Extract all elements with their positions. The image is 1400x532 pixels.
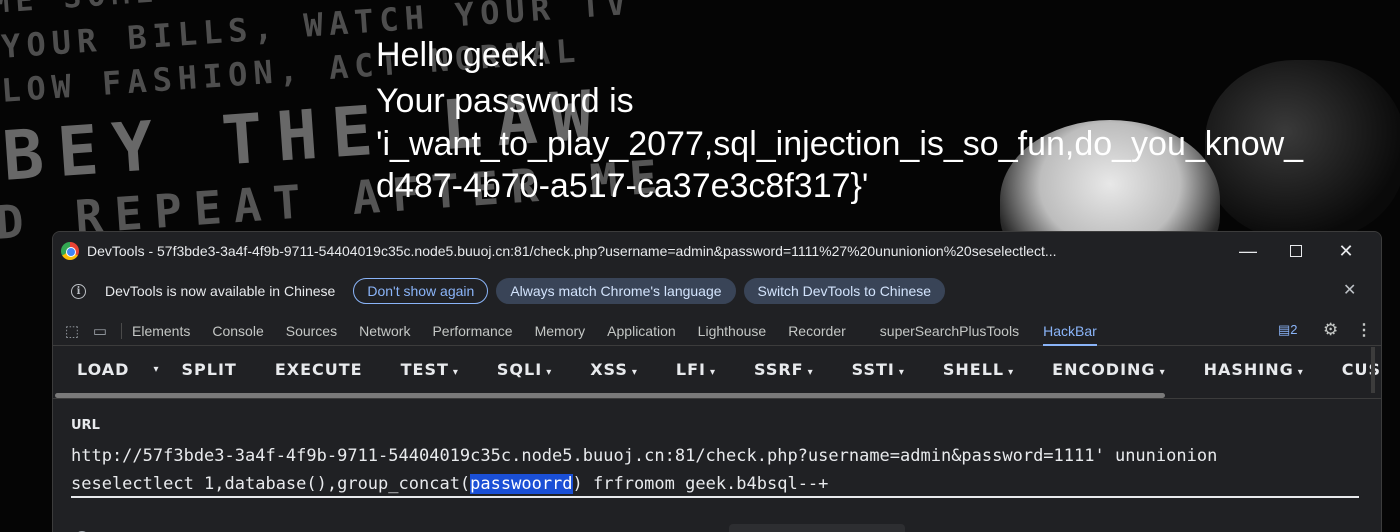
devtools-titlebar[interactable]: DevTools - 57f3bde3-3a4f-4f9b-9711-54404…	[53, 232, 1381, 270]
maximize-button[interactable]	[1271, 232, 1321, 270]
issues-badge[interactable]: ▤2	[1278, 322, 1298, 338]
infobar-close-icon[interactable]: ✕	[1343, 280, 1356, 300]
chevron-down-icon: ▾	[452, 366, 459, 378]
url-textarea[interactable]: http://57f3bde3-3a4f-4f9b-9711-54404019c…	[71, 442, 1361, 498]
chevron-down-icon: ▾	[1159, 366, 1166, 378]
greeting-text: Hello geek!	[376, 36, 547, 74]
chevron-down-icon: ▾	[546, 366, 553, 378]
devtools-window: DevTools - 57f3bde3-3a4f-4f9b-9711-54404…	[52, 231, 1382, 532]
switch-to-chinese-button[interactable]: Switch DevTools to Chinese	[743, 278, 946, 304]
devtools-title: DevTools - 57f3bde3-3a4f-4f9b-9711-54404…	[87, 243, 1057, 259]
chevron-down-icon: ▾	[1008, 366, 1015, 378]
device-toggle-icon[interactable]: ▭	[91, 322, 109, 340]
chrome-logo-icon	[61, 242, 79, 260]
tab-network[interactable]: Network	[359, 316, 410, 346]
tab-performance[interactable]: Performance	[432, 316, 512, 346]
maximize-icon	[1290, 245, 1302, 257]
url-line-1: http://57f3bde3-3a4f-4f9b-9711-54404019c…	[71, 446, 1218, 466]
issues-icon: ▤	[1278, 322, 1291, 337]
tab-sources[interactable]: Sources	[286, 316, 337, 346]
toolbar-divider	[53, 398, 1381, 399]
sqli-menu-button[interactable]: SQLI ▾	[497, 360, 552, 379]
dont-show-again-button[interactable]: Don't show again	[353, 278, 489, 304]
url-label: URL	[71, 418, 100, 433]
tab-supersearchplustools[interactable]: superSearchPlusTools	[880, 316, 1019, 346]
close-window-button[interactable]: ✕	[1321, 232, 1371, 270]
tab-lighthouse[interactable]: Lighthouse	[698, 316, 767, 346]
chevron-down-icon: ▾	[807, 366, 814, 378]
ssrf-menu-button[interactable]: SSRF ▾	[754, 360, 814, 379]
chevron-down-icon: ▾	[710, 366, 717, 378]
split-button[interactable]: SPLIT	[182, 360, 237, 379]
url-underline	[71, 496, 1359, 498]
inspect-icon[interactable]: ⬚	[63, 322, 81, 340]
load-dropdown-icon[interactable]: ▾	[153, 364, 159, 375]
always-match-language-button[interactable]: Always match Chrome's language	[496, 278, 736, 304]
issues-count: 2	[1290, 322, 1298, 337]
xss-menu-button[interactable]: XSS ▾	[590, 360, 638, 379]
chevron-down-icon: ▾	[631, 366, 638, 378]
password-label: Your password is	[376, 82, 634, 120]
hackbar-toolbar: LOAD ▾ SPLIT EXECUTE TEST ▾ SQLI ▾ XSS ▾ LF…	[53, 347, 1381, 391]
encoding-menu-button[interactable]: ENCODING ▾	[1052, 360, 1165, 379]
tab-application[interactable]: Application	[607, 316, 676, 346]
load-button[interactable]: LOAD	[77, 360, 129, 379]
toolbar-vertical-scrollbar[interactable]	[1371, 347, 1375, 393]
selected-text: passwoorrd	[470, 474, 573, 494]
tab-console[interactable]: Console	[212, 316, 263, 346]
chevron-down-icon: ▾	[898, 366, 905, 378]
devtools-tabbar: ⬚ ▭ Elements Console Sources Network Per…	[53, 316, 1381, 346]
language-infobar: i DevTools is now available in Chinese D…	[53, 270, 1381, 312]
minimize-button[interactable]: —	[1223, 232, 1273, 270]
ssti-menu-button[interactable]: SSTI ▾	[852, 360, 905, 379]
password-value-line2: d487-4b70-a517-ca37e3c8f317}'	[376, 167, 869, 205]
password-value-line1: 'i_want_to_play_2077,sql_injection_is_so…	[376, 125, 1304, 163]
shell-menu-button[interactable]: SHELL ▾	[943, 360, 1014, 379]
test-menu-button[interactable]: TEST ▾	[401, 360, 459, 379]
url-line-2: seselectlect 1,database(),group_concat(p…	[71, 474, 829, 494]
infobar-text: DevTools is now available in Chinese	[105, 283, 336, 299]
tab-elements[interactable]: Elements	[132, 316, 190, 346]
tab-hackbar[interactable]: HackBar	[1043, 316, 1097, 346]
gear-icon[interactable]: ⚙	[1323, 320, 1338, 340]
tab-memory[interactable]: Memory	[535, 316, 586, 346]
chevron-down-icon: ▾	[1297, 366, 1304, 378]
execute-button[interactable]: EXECUTE	[275, 360, 363, 379]
info-icon: i	[71, 283, 86, 299]
hashing-menu-button[interactable]: HASHING ▾	[1204, 360, 1304, 379]
lfi-menu-button[interactable]: LFI ▾	[676, 360, 716, 379]
tab-recorder[interactable]: Recorder	[788, 316, 846, 346]
custom-button[interactable]: CUSTOM	[1342, 360, 1381, 379]
bottom-action-button[interactable]	[729, 524, 905, 532]
tab-divider	[121, 322, 122, 339]
kebab-icon[interactable]: ⋮	[1356, 320, 1372, 340]
